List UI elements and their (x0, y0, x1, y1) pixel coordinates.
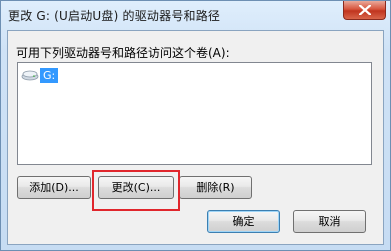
close-button[interactable] (343, 1, 386, 20)
drive-icon (21, 70, 39, 81)
cancel-button[interactable]: 取消 (293, 210, 366, 233)
dialog-body: 可用下列驱动器号和路径访问这个卷(A): G: 添加(D)... 更改(C)..… (7, 30, 384, 245)
drive-path-list[interactable]: G: (17, 62, 372, 165)
drive-letter-label: G: (40, 67, 59, 83)
list-label: 可用下列驱动器号和路径访问这个卷(A): (16, 46, 230, 60)
close-icon (359, 5, 371, 15)
change-button[interactable]: 更改(C)... (98, 176, 174, 199)
ok-button[interactable]: 确定 (207, 210, 280, 233)
add-button[interactable]: 添加(D)... (17, 176, 91, 199)
list-item[interactable]: G: (21, 67, 59, 83)
delete-button[interactable]: 删除(R) (179, 176, 252, 199)
dialog-window: 更改 G: (U启动U盘) 的驱动器号和路径 可用下列驱动器号和路径访问这个卷(… (0, 0, 391, 251)
window-title: 更改 G: (U启动U盘) 的驱动器号和路径 (8, 9, 221, 23)
